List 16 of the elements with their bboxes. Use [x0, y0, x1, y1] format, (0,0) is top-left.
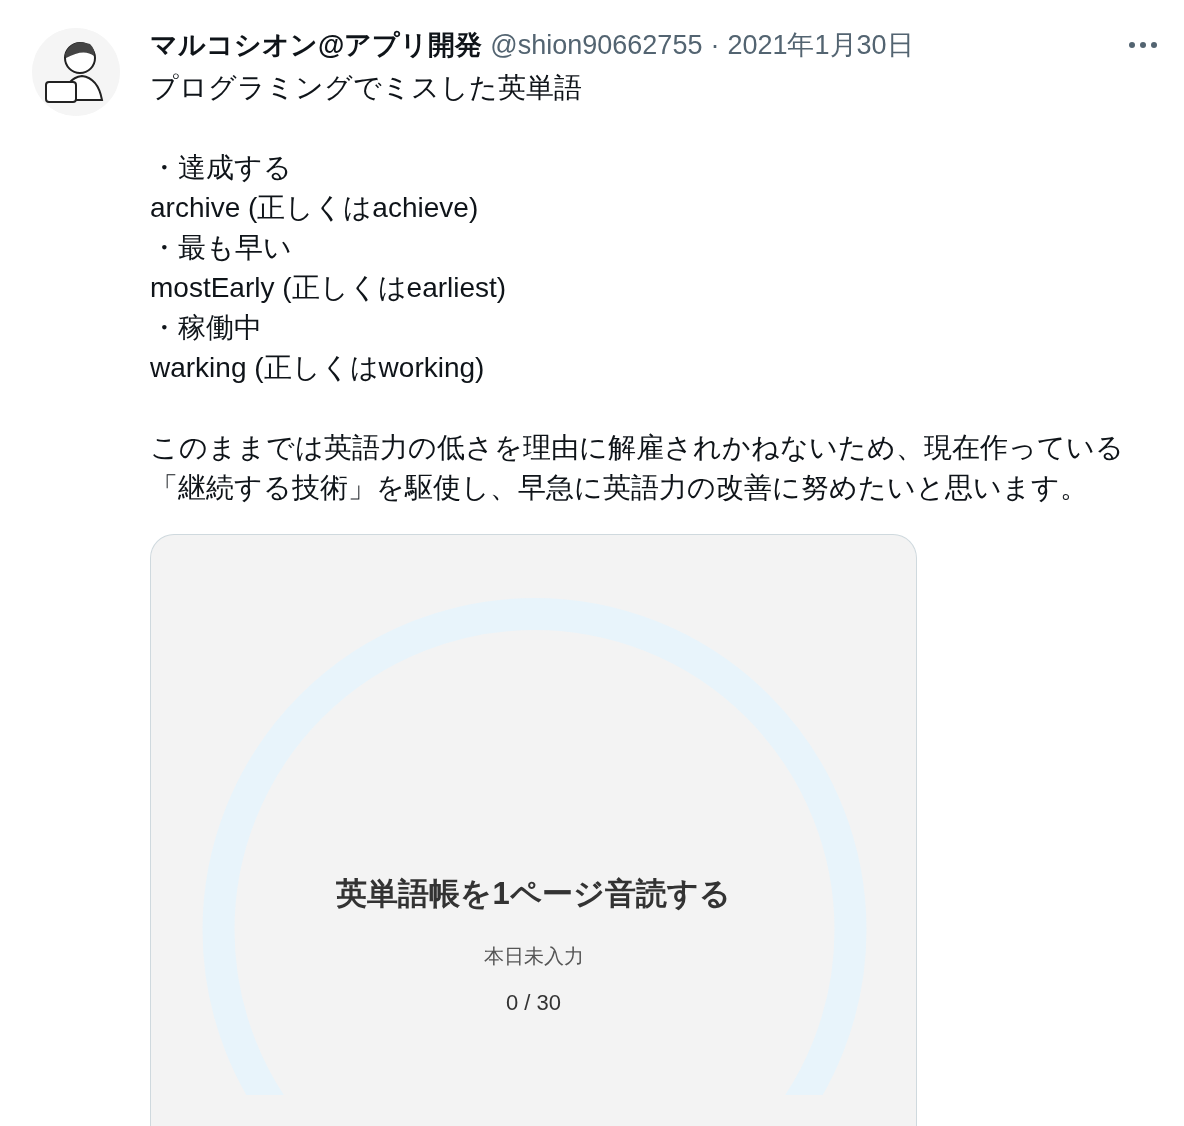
- tweet-date[interactable]: 2021年1月30日: [727, 27, 914, 63]
- habit-title: 英単語帳を1ページ音読する: [336, 875, 731, 913]
- author-handle[interactable]: @shion90662755: [490, 29, 703, 61]
- tweet-text-line: このままでは英語力の低さを理由に解雇されかねないため、現在作っている「継続する技術」を駆使し、早急に英語力の改善に努めたいと思います。: [150, 431, 1125, 505]
- tweet-text-line: ・達成する: [150, 151, 293, 185]
- tweet-text-line: ・最も早い: [150, 231, 293, 265]
- tweet-text-line: archive (正しくはachieve): [150, 191, 480, 225]
- progress-reading: 0 / 30: [505, 990, 561, 1016]
- tweet-text-line: プログラミングでミスした英単語: [150, 71, 583, 105]
- habit-status: 本日未入力: [483, 944, 584, 969]
- tweet-text-line: ・稼働中: [150, 311, 263, 345]
- more-icon[interactable]: [1128, 41, 1158, 49]
- tweet-text-line: mostEarly (正しくはearliest): [150, 271, 508, 305]
- tweet-text-line: warking (正しくはworking): [150, 351, 486, 385]
- author-name[interactable]: マルコシオン@アプリ開発: [150, 27, 483, 63]
- separator: ·: [710, 29, 720, 61]
